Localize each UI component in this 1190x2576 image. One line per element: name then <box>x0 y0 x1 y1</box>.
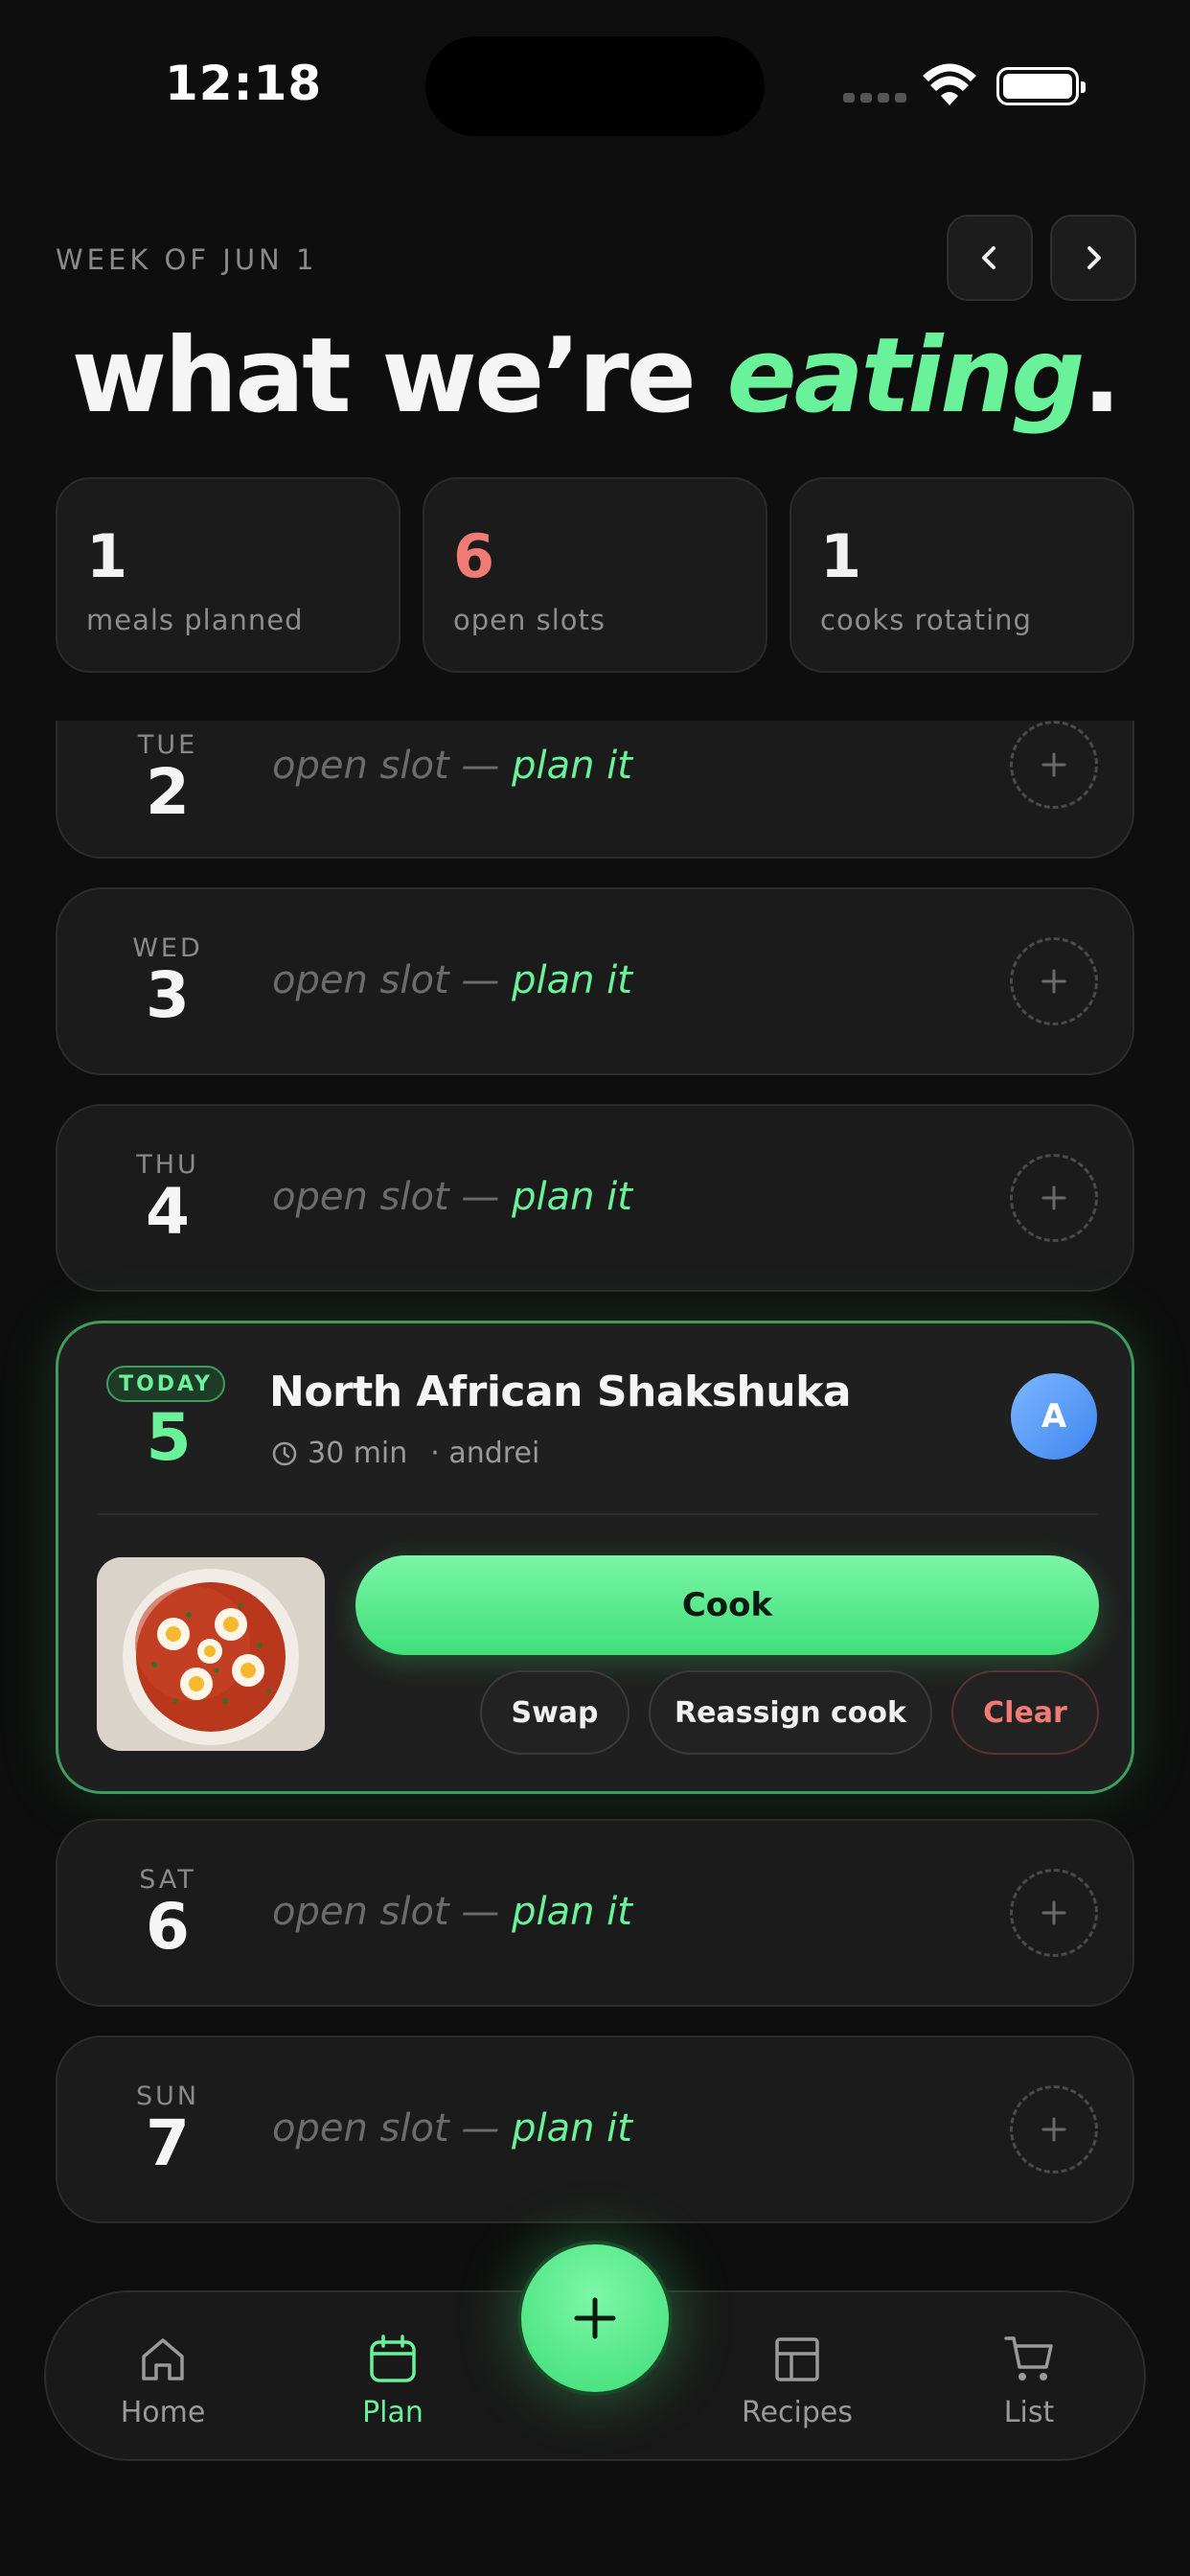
previous-week-button[interactable] <box>947 215 1033 301</box>
meal-cook: · andrei <box>430 1437 540 1470</box>
title-main: what we’re <box>71 316 727 436</box>
add-meal-button[interactable] <box>1010 2085 1098 2174</box>
signal-icon <box>843 93 906 103</box>
today-badge: TODAY <box>106 1366 225 1402</box>
plus-icon <box>1041 752 1066 777</box>
title-accent: eating <box>726 316 1085 436</box>
cook-avatar[interactable]: A <box>1011 1373 1097 1460</box>
battery-icon <box>996 67 1086 105</box>
nav-list-label: List <box>1003 2396 1055 2429</box>
day-card-today[interactable]: TODAY 5 North African Shakshuka 30 min ·… <box>56 1321 1134 1794</box>
day-card-tue[interactable]: TUE 2 open slot — plan it <box>56 721 1134 859</box>
status-bar: 12:18 <box>0 0 1190 172</box>
open-slot-text[interactable]: open slot — plan it <box>272 744 632 788</box>
plan-it-link[interactable]: plan it <box>512 744 632 788</box>
stat-value: 1 <box>820 521 862 591</box>
nav-home-label: Home <box>120 2396 206 2429</box>
wifi-icon <box>923 63 976 105</box>
plus-icon <box>1041 969 1066 994</box>
clear-button[interactable]: Clear <box>951 1670 1099 1755</box>
open-slot-text[interactable]: open slot — plan it <box>272 2106 632 2150</box>
stat-label: meals planned <box>86 604 304 636</box>
day-number: 2 <box>146 755 190 829</box>
plan-it-link[interactable]: plan it <box>512 2106 632 2150</box>
nav-recipes-label: Recipes <box>742 2396 853 2429</box>
page-title: what we’re eating. <box>0 316 1190 436</box>
add-meal-button[interactable] <box>1010 721 1098 809</box>
dynamic-island <box>425 36 765 136</box>
open-slot-label: open slot — <box>272 958 513 1002</box>
title-end: . <box>1082 316 1121 436</box>
add-meal-button[interactable] <box>1010 937 1098 1025</box>
add-meal-fab[interactable] <box>517 2241 673 2396</box>
plan-it-link[interactable]: plan it <box>512 958 632 1002</box>
open-slot-text[interactable]: open slot — plan it <box>272 958 632 1002</box>
open-slot-label: open slot — <box>272 2106 513 2150</box>
day-card-thu[interactable]: THU 4 open slot — plan it <box>56 1104 1134 1292</box>
plus-icon <box>574 2297 616 2339</box>
add-meal-button[interactable] <box>1010 1869 1098 1957</box>
open-slot-label: open slot — <box>272 1890 513 1934</box>
add-meal-button[interactable] <box>1010 1154 1098 1242</box>
stat-label: open slots <box>453 604 606 636</box>
stat-value: 1 <box>86 521 128 591</box>
week-label: WEEK OF JUN 1 <box>56 243 318 276</box>
status-time: 12:18 <box>165 56 323 111</box>
plan-it-link[interactable]: plan it <box>512 1890 632 1934</box>
open-slot-text[interactable]: open slot — plan it <box>272 1890 632 1934</box>
meal-title[interactable]: North African Shakshuka <box>269 1368 852 1416</box>
stat-label: cooks rotating <box>820 604 1032 636</box>
day-number: 6 <box>146 1890 190 1964</box>
plus-icon <box>1041 1185 1066 1210</box>
cook-button[interactable]: Cook <box>355 1555 1099 1655</box>
reassign-cook-button[interactable]: Reassign cook <box>649 1670 932 1755</box>
plus-icon <box>1041 2117 1066 2142</box>
open-slot-text[interactable]: open slot — plan it <box>272 1175 632 1219</box>
chevron-right-icon <box>1087 246 1101 269</box>
next-week-button[interactable] <box>1050 215 1136 301</box>
nav-plan-label: Plan <box>362 2396 423 2429</box>
nav-plan[interactable]: Plan <box>316 2331 469 2429</box>
meal-meta: 30 min · andrei <box>271 1437 539 1470</box>
home-icon <box>142 2338 184 2380</box>
open-slot-label: open slot — <box>272 1175 513 1219</box>
clock-icon <box>272 1441 297 1465</box>
open-slot-label: open slot — <box>272 744 513 788</box>
stat-value: 6 <box>453 521 495 591</box>
calendar-icon <box>370 2334 416 2382</box>
day-number: 5 <box>146 1400 192 1476</box>
day-number: 4 <box>146 1175 190 1249</box>
stat-cooks-rotating: 1 cooks rotating <box>790 477 1134 673</box>
nav-recipes[interactable]: Recipes <box>721 2331 874 2429</box>
meal-photo <box>97 1557 325 1751</box>
swap-button[interactable]: Swap <box>480 1670 629 1755</box>
chevron-left-icon <box>982 246 995 269</box>
meal-duration: 30 min <box>308 1437 408 1470</box>
day-card-wed[interactable]: WED 3 open slot — plan it <box>56 887 1134 1075</box>
plus-icon <box>1041 1900 1066 1925</box>
week-schedule[interactable]: TUE 2 open slot — plan it WED 3 open slo… <box>0 721 1190 2260</box>
cart-icon <box>1004 2336 1053 2380</box>
nav-home[interactable]: Home <box>86 2331 240 2429</box>
stat-meals-planned: 1 meals planned <box>56 477 400 673</box>
day-card-sun[interactable]: SUN 7 open slot — plan it <box>56 2036 1134 2223</box>
day-card-sat[interactable]: SAT 6 open slot — plan it <box>56 1819 1134 2007</box>
stat-open-slots: 6 open slots <box>423 477 767 673</box>
divider <box>97 1513 1099 1515</box>
plan-it-link[interactable]: plan it <box>512 1175 632 1219</box>
nav-list[interactable]: List <box>952 2331 1106 2429</box>
grid-icon <box>775 2337 819 2381</box>
day-number: 3 <box>146 958 190 1032</box>
day-number: 7 <box>146 2106 190 2180</box>
